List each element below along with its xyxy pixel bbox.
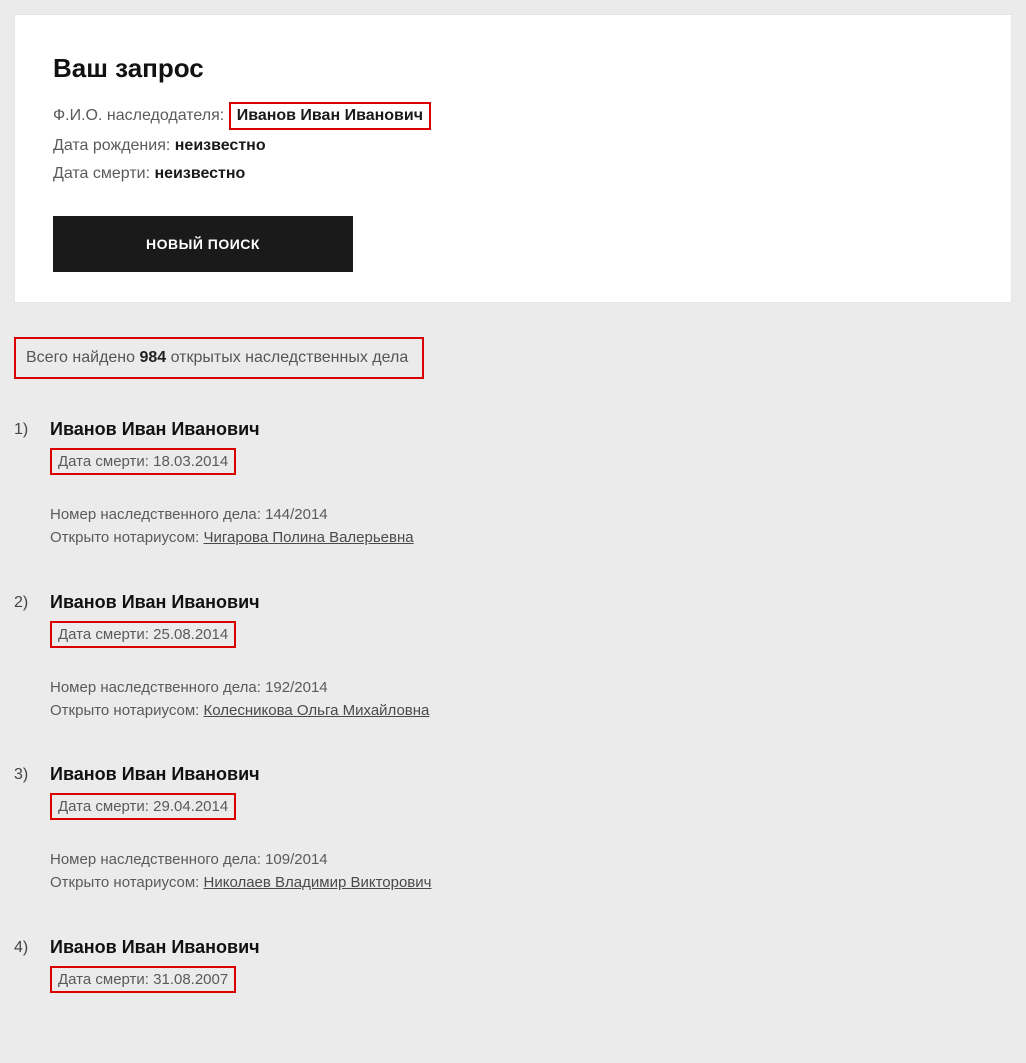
query-birth-value: неизвестно — [175, 137, 266, 154]
result-notary-line: Открыто нотариусом: Николаев Владимир Ви… — [50, 871, 1012, 894]
results-summary-prefix: Всего найдено — [26, 349, 139, 366]
request-card: Ваш запрос Ф.И.О. наследодателя: Иванов … — [14, 14, 1012, 303]
query-birth-label: Дата рождения: — [53, 137, 170, 154]
query-birth-line: Дата рождения: неизвестно — [53, 134, 973, 158]
result-body: Иванов Иван Иванович Дата смерти: 29.04.2… — [50, 764, 1012, 895]
result-body: Иванов Иван Иванович Дата смерти: 25.08.2… — [50, 592, 1012, 723]
result-item: 4)Иванов Иван Иванович Дата смерти: 31.08… — [14, 937, 1012, 1021]
result-item: 3)Иванов Иван Иванович Дата смерти: 29.04… — [14, 764, 1012, 895]
result-death-date: Дата смерти: 29.04.2014 — [50, 793, 236, 820]
results-summary-suffix: открытых наследственных дела — [166, 349, 408, 366]
results-summary-count: 984 — [139, 349, 166, 366]
result-name: Иванов Иван Иванович — [50, 592, 1012, 613]
result-name: Иванов Иван Иванович — [50, 764, 1012, 785]
result-notary-line: Открыто нотариусом: Чигарова Полина Вале… — [50, 526, 1012, 549]
result-index: 2) — [14, 592, 50, 723]
request-title: Ваш запрос — [53, 53, 973, 84]
results-summary: Всего найдено 984 открытых наследственны… — [14, 337, 424, 379]
result-death-date: Дата смерти: 25.08.2014 — [50, 621, 236, 648]
result-index: 3) — [14, 764, 50, 895]
query-death-label: Дата смерти: — [53, 165, 150, 182]
result-notary-label: Открыто нотариусом: — [50, 702, 204, 719]
query-fio-label: Ф.И.О. наследодателя: — [53, 107, 224, 124]
result-index: 1) — [14, 419, 50, 550]
result-body: Иванов Иван Иванович Дата смерти: 31.08.2… — [50, 937, 1012, 1021]
result-notary-line: Открыто нотариусом: Колесникова Ольга Ми… — [50, 699, 1012, 722]
result-index: 4) — [14, 937, 50, 1021]
notary-link[interactable]: Николаев Владимир Викторович — [204, 874, 432, 891]
result-case-number: Номер наследственного дела: 144/2014 — [50, 503, 1012, 526]
query-fio-line: Ф.И.О. наследодателя: Иванов Иван Иванов… — [53, 102, 973, 130]
result-name: Иванов Иван Иванович — [50, 419, 1012, 440]
result-case-number: Номер наследственного дела: 109/2014 — [50, 848, 1012, 871]
query-fio-value: Иванов Иван Иванович — [229, 102, 431, 130]
result-name: Иванов Иван Иванович — [50, 937, 1012, 958]
result-case-number: Номер наследственного дела: 192/2014 — [50, 676, 1012, 699]
new-search-button[interactable]: НОВЫЙ ПОИСК — [53, 216, 353, 272]
query-death-value: неизвестно — [154, 165, 245, 182]
result-death-date: Дата смерти: 18.03.2014 — [50, 448, 236, 475]
notary-link[interactable]: Колесникова Ольга Михайловна — [204, 702, 430, 719]
query-death-line: Дата смерти: неизвестно — [53, 162, 973, 186]
result-item: 2)Иванов Иван Иванович Дата смерти: 25.08… — [14, 592, 1012, 723]
result-death-date: Дата смерти: 31.08.2007 — [50, 966, 236, 993]
result-body: Иванов Иван Иванович Дата смерти: 18.03.2… — [50, 419, 1012, 550]
notary-link[interactable]: Чигарова Полина Валерьевна — [204, 529, 414, 546]
result-notary-label: Открыто нотариусом: — [50, 874, 204, 891]
results-list: 1)Иванов Иван ИвановичДата смерти: 18.03… — [14, 419, 1012, 1021]
result-notary-label: Открыто нотариусом: — [50, 529, 204, 546]
result-item: 1)Иванов Иван Иванович Дата смерти: 18.03… — [14, 419, 1012, 550]
